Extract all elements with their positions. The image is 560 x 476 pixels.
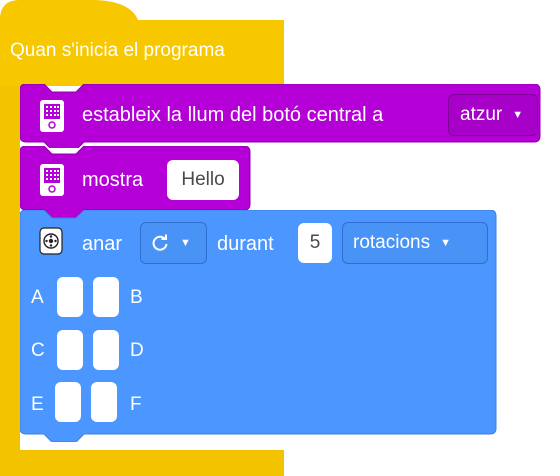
amount-input[interactable]: 5 bbox=[298, 223, 332, 263]
show-text-input[interactable]: Hello bbox=[167, 160, 239, 200]
port-label-d: D bbox=[130, 340, 144, 361]
caret-down-icon: ▼ bbox=[180, 237, 191, 249]
unit-value: rotacions bbox=[353, 232, 431, 253]
hat-label: Quan s'inicia el programa bbox=[10, 40, 225, 61]
hub-icon bbox=[40, 100, 64, 132]
motor-icon bbox=[39, 227, 63, 255]
direction-dropdown[interactable]: ▼ bbox=[140, 222, 207, 264]
port-slot-c[interactable] bbox=[57, 330, 83, 370]
light-color-dropdown[interactable]: atzur ▼ bbox=[448, 94, 538, 136]
set-center-light-label: estableix la llum del botó central a bbox=[82, 104, 384, 126]
hub-icon bbox=[40, 164, 64, 196]
go-label: anar bbox=[82, 233, 123, 255]
light-color-value: atzur bbox=[460, 104, 503, 125]
unit-dropdown[interactable]: rotacions ▼ bbox=[342, 222, 488, 264]
port-slot-e[interactable] bbox=[55, 382, 81, 422]
port-slot-a[interactable] bbox=[57, 277, 83, 317]
port-label-a: A bbox=[31, 287, 44, 308]
port-slot-d[interactable] bbox=[93, 330, 119, 370]
port-label-b: B bbox=[130, 287, 143, 308]
port-label-e: E bbox=[31, 394, 44, 415]
port-slot-f[interactable] bbox=[91, 382, 117, 422]
port-slot-b[interactable] bbox=[93, 277, 119, 317]
rotate-clockwise-icon bbox=[152, 234, 168, 251]
caret-down-icon: ▼ bbox=[512, 109, 524, 121]
port-label-f: F bbox=[130, 394, 142, 415]
during-label: durant bbox=[217, 233, 274, 255]
caret-down-icon: ▼ bbox=[440, 237, 451, 249]
show-label: mostra bbox=[82, 169, 144, 191]
port-label-c: C bbox=[31, 340, 45, 361]
